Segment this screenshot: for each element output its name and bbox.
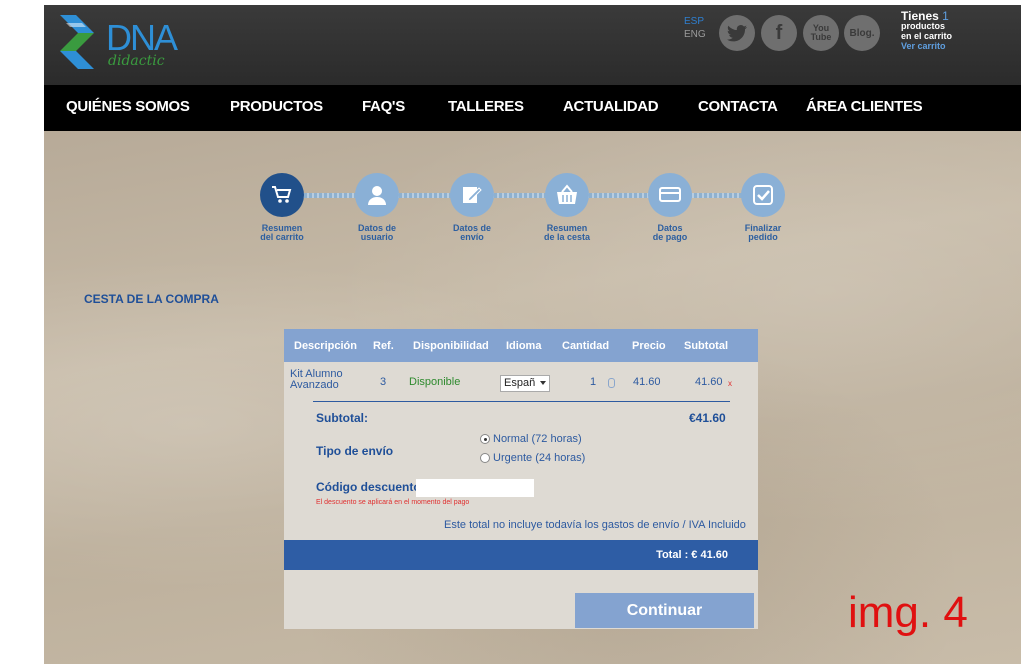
th-precio: Precio	[632, 340, 666, 352]
facebook-glyph: f	[775, 21, 783, 44]
nav-actualidad[interactable]: ACTUALIDAD	[563, 98, 659, 115]
subtotal-label: Subtotal:	[316, 411, 368, 425]
item-desc-line2: Avanzado	[290, 379, 339, 391]
step-label-3: Datos de envío	[432, 224, 512, 242]
th-idioma: Idioma	[506, 340, 542, 352]
youtube-bottom-text: Tube	[810, 32, 832, 42]
table-header: Descripción Ref. Disponibilidad Idioma C…	[284, 329, 758, 362]
edit-icon	[463, 187, 482, 203]
shipping-type-label: Tipo de envío	[316, 444, 394, 458]
user-icon	[368, 186, 386, 205]
cart-line2: productos	[901, 21, 945, 31]
discount-code-input[interactable]	[416, 479, 534, 497]
check-icon	[753, 185, 773, 205]
nav-talleres[interactable]: TALLERES	[448, 98, 524, 115]
basket-icon	[557, 184, 577, 204]
step-finalizar-pedido[interactable]	[741, 173, 785, 217]
step6-line2: pedido	[748, 232, 778, 242]
step5-line2: de pago	[652, 232, 688, 242]
shipping-urgent-text: Urgente (24 horas)	[493, 452, 586, 464]
cart-box: Descripción Ref. Disponibilidad Idioma C…	[284, 329, 758, 629]
item-subtotal: 41.60	[695, 376, 723, 388]
shipping-normal-option[interactable]: Normal (72 horas)	[480, 433, 582, 445]
step4-line2: de la cesta	[543, 232, 591, 242]
remove-item-icon[interactable]: x	[728, 379, 732, 388]
step-resumen-carrito[interactable]	[260, 173, 304, 217]
nav-productos[interactable]: PRODUCTOS	[230, 98, 323, 115]
language-select[interactable]: Españ	[500, 375, 550, 392]
discount-code-label: Código descuento:	[316, 480, 425, 494]
logo-subtitle: didactic	[108, 53, 165, 69]
step2-line2: usuario	[360, 232, 394, 242]
browser-page: DNA didactic ESP ENG f You Tube Blog. Ti…	[44, 5, 1021, 664]
main-nav: QUIÉNES SOMOS PRODUCTOS FAQ'S TALLERES A…	[44, 85, 1021, 131]
content-area: Resumen del carrito Datos de usuario Datos…	[44, 131, 1021, 664]
step-datos-envio[interactable]	[450, 173, 494, 217]
step-label-1: Resumen del carrito	[242, 224, 322, 242]
shipping-normal-radio[interactable]	[480, 434, 490, 444]
view-cart-link[interactable]: Ver carrito	[901, 41, 952, 51]
item-description: Kit Alumno Avanzado	[290, 369, 343, 391]
lang-esp-link[interactable]: ESP	[684, 16, 704, 27]
item-quantity[interactable]: 1	[590, 376, 596, 388]
th-disponibilidad: Disponibilidad	[413, 340, 489, 352]
lang-eng-link[interactable]: ENG	[684, 29, 706, 40]
chevron-down-icon	[540, 381, 546, 385]
step3-line2: envío	[460, 232, 484, 242]
item-price: 41.60	[633, 376, 661, 388]
total-amount: Total : € 41.60	[656, 549, 728, 561]
cart-summary: Tienes 1 productos en el carrito Ver car…	[901, 10, 953, 51]
th-descripcion: Descripción	[294, 340, 357, 352]
step-label-6: Finalizar pedido	[723, 224, 803, 242]
twitter-icon[interactable]	[719, 15, 755, 51]
nav-contacta[interactable]: CONTACTA	[698, 98, 778, 115]
page-title: CESTA DE LA COMPRA	[84, 292, 219, 306]
step-datos-pago[interactable]	[648, 173, 692, 217]
nav-quienes-somos[interactable]: QUIÉNES SOMOS	[66, 98, 190, 115]
shipping-urgent-radio[interactable]	[480, 453, 490, 463]
image-tag: img. 4	[848, 588, 968, 637]
th-cantidad: Cantidad	[562, 340, 610, 352]
nav-faqs[interactable]: FAQ'S	[362, 98, 405, 115]
step-resumen-cesta[interactable]	[545, 173, 589, 217]
quantity-stepper[interactable]	[608, 378, 615, 388]
blog-icon[interactable]: Blog.	[844, 15, 880, 51]
language-select-value: Españ	[504, 377, 536, 389]
step-datos-usuario[interactable]	[355, 173, 399, 217]
continue-button[interactable]: Continuar	[575, 593, 754, 628]
item-availability: Disponible	[409, 376, 461, 388]
logo[interactable]: DNA didactic	[56, 11, 178, 75]
item-ref: 3	[380, 376, 387, 388]
nav-area-clientes[interactable]: ÁREA CLIENTES	[806, 98, 923, 115]
total-bar: Total : € 41.60	[284, 540, 758, 570]
subtotal-value: €41.60	[689, 411, 726, 425]
th-ref: Ref.	[373, 340, 394, 352]
blog-text: Blog.	[849, 27, 875, 39]
shipping-normal-text: Normal (72 horas)	[493, 433, 582, 445]
dna-helix-icon	[60, 15, 94, 69]
step-label-4: Resumen de la cesta	[527, 224, 607, 242]
card-icon	[659, 187, 681, 202]
step-label-5: Datos de pago	[630, 224, 710, 242]
step-label-2: Datos de usuario	[337, 224, 417, 242]
cart-line3: en el carrito	[901, 31, 953, 41]
step1-line2: del carrito	[260, 232, 304, 242]
tax-note: Este total no incluye todavía los gastos…	[444, 519, 746, 531]
shipping-urgent-option[interactable]: Urgente (24 horas)	[480, 452, 585, 464]
top-bar: DNA didactic ESP ENG f You Tube Blog. Ti…	[44, 5, 1021, 85]
cart-icon	[272, 186, 292, 203]
discount-note: El descuento se aplicará en el momento d…	[316, 499, 470, 506]
th-subtotal: Subtotal	[684, 340, 728, 352]
divider	[313, 401, 730, 402]
youtube-icon[interactable]: You Tube	[803, 15, 839, 51]
facebook-icon[interactable]: f	[761, 15, 797, 51]
